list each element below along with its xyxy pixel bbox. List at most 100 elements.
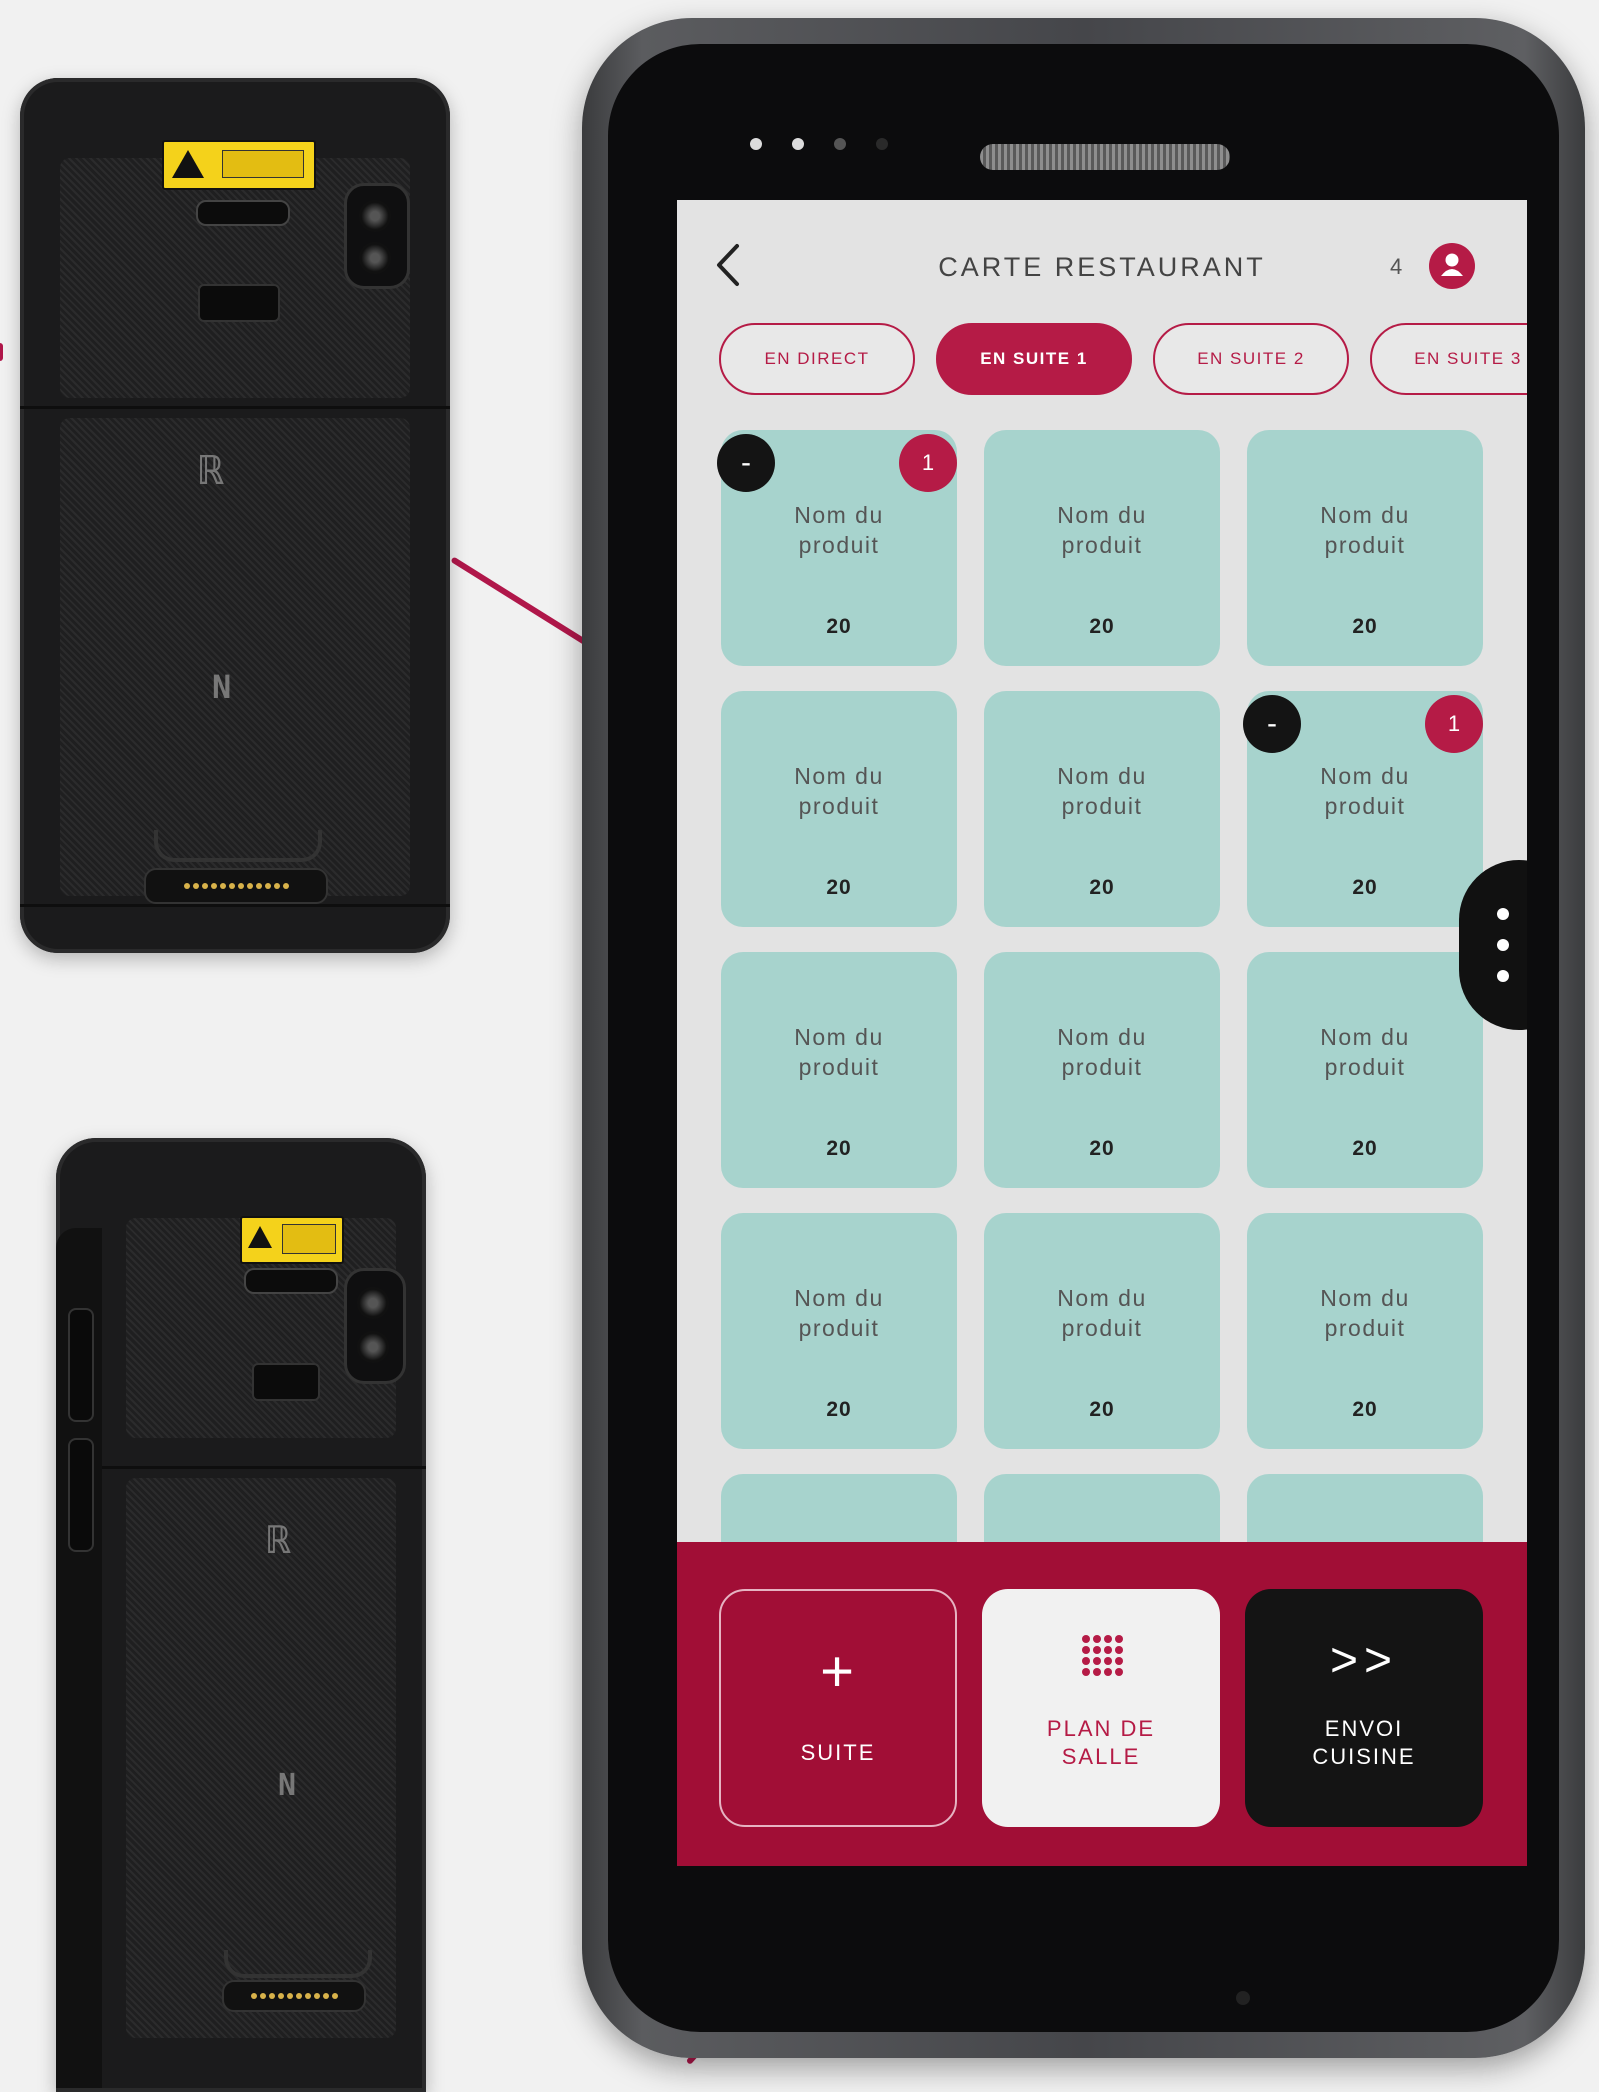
product-name-line2: produit xyxy=(798,532,880,558)
product-name-line2: produit xyxy=(1061,793,1143,819)
suite-label: SUITE xyxy=(800,1740,876,1765)
hand-strap-mount xyxy=(154,830,322,862)
envoi-label-line2: CUISINE xyxy=(1312,1744,1416,1769)
hand-strap-mount-2 xyxy=(224,1950,372,1978)
laser-warning-label xyxy=(162,140,316,190)
guest-count: 4 xyxy=(1390,254,1403,279)
product-name-line1: Nom du xyxy=(1320,1024,1410,1050)
product-name-line2: produit xyxy=(798,1054,880,1080)
nfc-icon: N xyxy=(212,668,232,706)
product-name: Nom du produit xyxy=(721,761,957,821)
envoi-label-line1: ENVOI xyxy=(1324,1716,1404,1741)
product-card[interactable]: Nom du produit 20 xyxy=(984,691,1220,927)
product-name-line1: Nom du xyxy=(1320,763,1410,789)
laser-warning-label-2 xyxy=(240,1216,344,1264)
product-price: 20 xyxy=(1352,1398,1378,1421)
product-name: Nom du produit xyxy=(1247,1022,1483,1082)
quantity-badge: 1 xyxy=(899,434,957,492)
slide-switch-2 xyxy=(252,1363,320,1401)
brand-logo: ℝ xyxy=(200,448,225,494)
microphone xyxy=(1236,1991,1250,2005)
decrement-button[interactable]: - xyxy=(1243,695,1301,753)
product-name: Nom du produit xyxy=(984,1283,1220,1343)
plan-label-line2: SALLE xyxy=(1061,1744,1141,1769)
product-name-line1: Nom du xyxy=(794,1024,884,1050)
user-button[interactable] xyxy=(1429,243,1475,289)
product-name-line1: Nom du xyxy=(1320,1285,1410,1311)
product-price: 20 xyxy=(1089,1398,1115,1421)
product-name-line2: produit xyxy=(1061,1054,1143,1080)
more-options-button[interactable] xyxy=(1459,860,1527,1030)
product-name-line2: produit xyxy=(798,793,880,819)
nfc-icon-2: N xyxy=(278,1768,297,1803)
product-name: Nom du produit xyxy=(721,1283,957,1343)
floor-plan-button[interactable]: PLAN DE SALLE xyxy=(982,1589,1220,1827)
product-name-line1: Nom du xyxy=(794,763,884,789)
pogo-pins-2 xyxy=(222,1980,366,2012)
connector-line-left xyxy=(0,343,3,361)
device-back-view: ℝ N xyxy=(20,78,450,953)
product-name: Nom du produit xyxy=(721,1022,957,1082)
product-name-line1: Nom du xyxy=(1057,763,1147,789)
product-name-line2: produit xyxy=(1324,532,1406,558)
tab-en-suite-3[interactable]: EN SUITE 3 xyxy=(1370,323,1527,395)
double-chevron-icon: >> xyxy=(1329,1634,1399,1687)
decrement-button[interactable]: - xyxy=(717,434,775,492)
product-name: Nom du produit xyxy=(1247,500,1483,560)
product-price: 20 xyxy=(1089,876,1115,899)
plus-icon: + xyxy=(820,1639,856,1704)
product-price: 20 xyxy=(1089,615,1115,638)
product-card[interactable]: Nom du produit 20 xyxy=(721,1213,957,1449)
action-panel: + SUITE PLAN DE SALLE >> ENVOI CUISINE xyxy=(677,1542,1527,1866)
product-card[interactable]: Nom du produit 20 xyxy=(984,952,1220,1188)
product-card[interactable]: Nom du produit 20 xyxy=(721,691,957,927)
product-price: 20 xyxy=(1352,615,1378,638)
product-name-line1: Nom du xyxy=(1057,1285,1147,1311)
product-name-line1: Nom du xyxy=(1057,502,1147,528)
product-card[interactable]: Nom du produit 20 xyxy=(1247,430,1483,666)
product-name: Nom du produit xyxy=(1247,1283,1483,1343)
product-name-line2: produit xyxy=(1061,1315,1143,1341)
product-price: 20 xyxy=(1352,876,1378,899)
front-sensors xyxy=(750,138,888,150)
product-card[interactable]: Nom du produit 20 xyxy=(721,952,957,1188)
earpiece-speaker xyxy=(980,144,1230,170)
tab-en-direct[interactable]: EN DIRECT xyxy=(719,323,915,395)
product-name-line1: Nom du xyxy=(1057,1024,1147,1050)
product-name-line2: produit xyxy=(1324,793,1406,819)
product-name-line2: produit xyxy=(798,1315,880,1341)
tab-en-suite-1[interactable]: EN SUITE 1 xyxy=(936,323,1132,395)
product-card[interactable]: Nom du produit 20 xyxy=(984,430,1220,666)
product-name-line2: produit xyxy=(1324,1315,1406,1341)
product-price: 20 xyxy=(826,876,852,899)
product-name: Nom du produit xyxy=(984,1022,1220,1082)
add-suite-button[interactable]: + SUITE xyxy=(719,1589,957,1827)
send-kitchen-button[interactable]: >> ENVOI CUISINE xyxy=(1245,1589,1483,1827)
product-name: Nom du produit xyxy=(721,500,957,560)
product-price: 20 xyxy=(1352,1137,1378,1160)
product-name-line2: produit xyxy=(1061,532,1143,558)
quantity-badge: 1 xyxy=(1425,695,1483,753)
grid-dots-icon xyxy=(1082,1635,1123,1676)
user-icon xyxy=(1441,253,1463,276)
product-price: 20 xyxy=(1089,1137,1115,1160)
product-name: Nom du produit xyxy=(984,500,1220,560)
product-card[interactable]: Nom du produit 20 xyxy=(1247,952,1483,1188)
product-name-line1: Nom du xyxy=(794,502,884,528)
connector-line-middle xyxy=(450,556,590,647)
camera-module xyxy=(344,183,410,289)
top-bar: CARTE RESTAURANT 4 xyxy=(677,200,1527,310)
tab-en-suite-2[interactable]: EN SUITE 2 xyxy=(1153,323,1349,395)
product-card[interactable]: Nom du produit 20 xyxy=(1247,1213,1483,1449)
course-tabs: EN DIRECT EN SUITE 1 EN SUITE 2 EN SUITE… xyxy=(719,323,1527,399)
camera-module-2 xyxy=(344,1268,406,1384)
product-name-line1: Nom du xyxy=(1320,502,1410,528)
product-price: 20 xyxy=(826,615,852,638)
plan-label-line1: PLAN DE xyxy=(1046,1716,1156,1741)
slide-switch xyxy=(198,284,280,322)
brand-logo-2: ℝ xyxy=(268,1518,291,1562)
product-name: Nom du produit xyxy=(1247,761,1483,821)
product-price: 20 xyxy=(826,1137,852,1160)
product-card[interactable]: Nom du produit 20 xyxy=(984,1213,1220,1449)
app-screen: CARTE RESTAURANT 4 EN DIRECT EN SUITE 1 … xyxy=(677,200,1527,1866)
